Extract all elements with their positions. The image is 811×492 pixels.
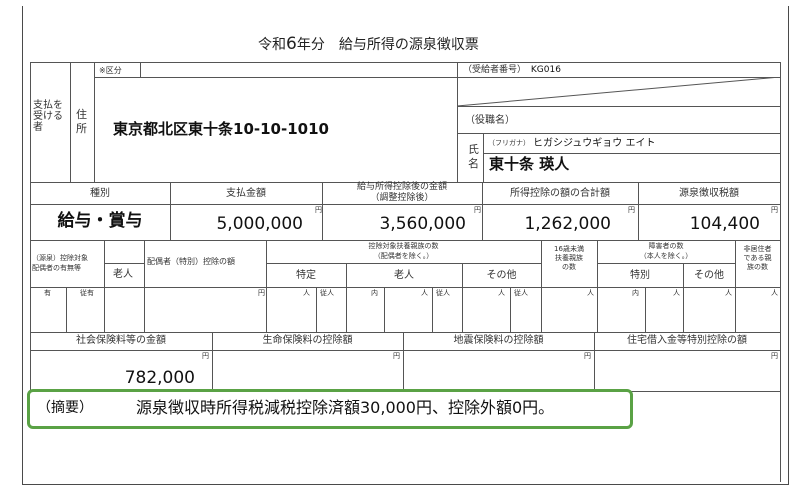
yen-mark: 円 [202,352,209,360]
spouse-label-line2: 配偶者の有無等 [32,264,81,272]
value-shotoku-kojo: 1,262,000 [524,214,611,234]
value-shubetsu: 給与・賞与 [57,211,143,231]
header-kyuyo-line1: 給与所得控除後の金額 [356,182,447,192]
nin-mark: 人 [725,289,732,297]
nin-mark: 人 [421,289,428,297]
value-shiharai: 5,000,000 [216,214,303,234]
value-gensen: 104,400 [689,214,760,234]
rojin2-label: 老人 [394,270,414,281]
rojin-label: 老人 [113,269,133,280]
value-kyuyo: 3,560,000 [379,214,466,234]
header-shotoku-kojo: 所得控除の額の合計額 [510,188,610,199]
nin-mark: 人 [771,289,778,297]
shakai-label: 社会保険料等の金額 [76,335,166,346]
nonresident-label-line3: 族の数 [747,263,768,271]
tekiyo-text: 源泉徴収時所得税減税控除済額30,000円、控除外額0円。 [136,398,555,417]
juunin-mark: 従人 [320,289,334,297]
payer-label: 支払を受ける者 [33,100,63,133]
diagonal-rule [457,77,780,106]
nonresident-label-line2: である親 [743,254,772,262]
under16-label-line2: 扶養親族 [555,254,583,262]
yen-mark: 円 [474,206,481,214]
disabled-label-line2: （本人を除く。） [639,252,693,260]
position-label: （役職名） [465,115,515,126]
dependents-label-line2: （配偶者を除く。） [373,252,434,260]
sonota-label: その他 [486,270,517,281]
recipient-number-label: （受給者番号） KG016 [463,65,561,75]
yen-mark: 円 [584,352,591,360]
header-shiharai: 支払金額 [226,188,266,199]
address-value: 東京都北区東十条10-10-1010 [113,120,329,138]
yen-mark: 円 [393,352,400,360]
name-value: 東十条 瑛人 [489,155,570,173]
yen-mark: 円 [628,206,635,214]
yen-mark: 円 [771,206,778,214]
dependents-label-line1: 控除対象扶養親族の数 [368,242,439,250]
spouse-special-label: 配偶者（特別）控除の額 [147,257,235,266]
nin-mark: 人 [673,289,680,297]
yen-mark: 円 [315,206,322,214]
seimei-label: 生命保険料の控除額 [262,335,353,346]
yen-mark: 円 [771,352,778,360]
nai-mark: 内 [632,289,639,297]
nai-mark: 内 [371,289,378,297]
name-label: 氏名 [468,143,479,170]
header-gensen: 源泉徴収税額 [679,188,739,199]
spouse-label-line1: （源泉）控除対象 [32,254,88,262]
address-label: 住所 [76,108,87,135]
nin-mark: 人 [303,289,310,297]
jutaku-label: 住宅借入金等特別控除の額 [627,335,747,346]
kubun-label: ※区分 [99,66,122,75]
disabled-label-line1: 障害者の数 [648,242,684,250]
recipient-number: KG016 [530,65,561,75]
under16-label-line3: の数 [562,263,576,271]
nin-mark: 人 [498,289,505,297]
nonresident-label-line1: 非居住者 [743,245,772,253]
jishin-label: 地震保険料の控除額 [453,335,544,346]
juunin-mark: 従人 [514,289,528,297]
nin-mark: 人 [587,289,594,297]
yen-mark: 円 [258,289,265,297]
under16-label-line1: 16歳未満 [554,245,584,253]
header-shubetsu: 種別 [90,188,110,199]
juu-label: 従有 [80,289,94,297]
furigana-value: ヒガシジュウギョウ エイト [533,138,656,149]
sonota2-label: その他 [694,270,724,281]
header-kyuyo-line2: （調整控除後） [370,193,434,203]
tokutei-label: 特定 [296,270,316,281]
ari-label: 有 [44,289,51,297]
furigana-label: （フリガナ） [488,139,530,147]
tekiyo-label: （摘要） [37,400,93,416]
juunin-mark: 従人 [436,289,450,297]
value-shakai: 782,000 [124,368,195,388]
tokubetsu-label: 特別 [630,270,650,281]
form-title: 令和6年分 給与所得の源泉徴収票 [258,34,479,54]
